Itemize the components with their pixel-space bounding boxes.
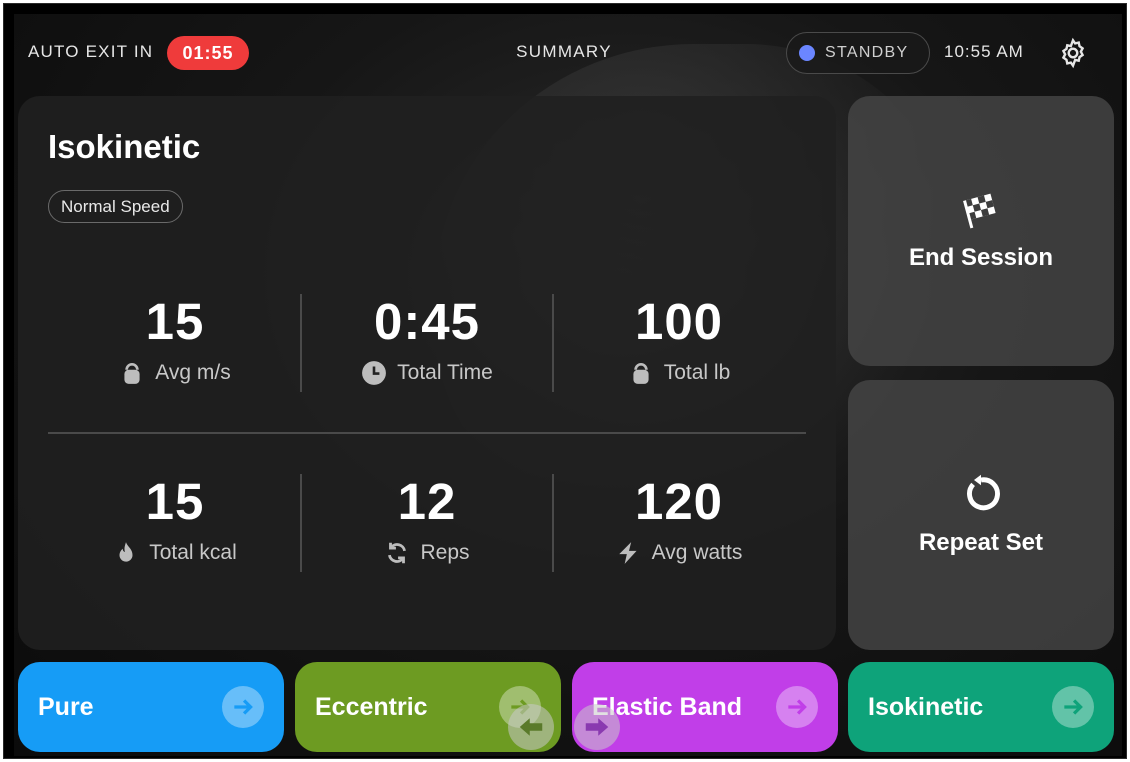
screen: AUTO EXIT IN 01:55 SUMMARY STANDBY 10:55…: [14, 14, 1122, 756]
repeat-set-button[interactable]: Repeat Set: [848, 380, 1114, 650]
stat-label: Total Time: [397, 361, 493, 384]
stat-avg-watts: 120 Avg watts: [554, 472, 804, 582]
checkered-flag-icon: [963, 193, 996, 229]
arrow-right-icon: [1052, 686, 1094, 728]
stat-value: 15: [145, 293, 205, 350]
mode-label: Eccentric: [315, 692, 428, 721]
mode-label: Pure: [38, 692, 94, 721]
summary-panel: Isokinetic Normal Speed 15 Avg m/s 0:45 …: [18, 96, 836, 650]
lightning-icon: [618, 542, 637, 564]
stat-avg-speed: 15 Avg m/s: [50, 292, 300, 402]
auto-exit-countdown: 01:55: [167, 36, 249, 70]
stat-value: 0:45: [373, 293, 481, 350]
arrow-right-icon: [776, 686, 818, 728]
gear-icon[interactable]: [1057, 37, 1089, 69]
end-session-button[interactable]: End Session: [848, 96, 1114, 366]
stat-value: 12: [397, 473, 457, 530]
auto-exit-label: AUTO EXIT IN: [28, 42, 154, 61]
device-frame: AUTO EXIT IN 01:55 SUMMARY STANDBY 10:55…: [3, 3, 1127, 759]
scroll-left-button[interactable]: [508, 704, 554, 750]
flame-icon: [119, 542, 133, 562]
clock: 10:55 AM: [944, 42, 1024, 61]
stat-value: 15: [145, 473, 205, 530]
status-dot-icon: [799, 45, 815, 61]
top-bar: AUTO EXIT IN 01:55 SUMMARY STANDBY 10:55…: [14, 14, 1122, 92]
arrow-right-icon: [585, 718, 609, 736]
stat-reps: 12 Reps: [302, 472, 552, 582]
stat-total-time: 0:45 Total Time: [302, 292, 552, 402]
stat-label: Total kcal: [149, 541, 237, 564]
restart-icon: [967, 474, 1000, 511]
scroll-right-button[interactable]: [574, 704, 620, 750]
kettlebell-icon: [124, 363, 140, 384]
stat-label: Reps: [420, 541, 470, 564]
stat-label: Avg watts: [651, 541, 743, 564]
kettlebell-icon: [633, 363, 649, 384]
mode-label: Isokinetic: [868, 692, 984, 721]
stat-value: 100: [634, 293, 724, 350]
arrow-right-icon: [222, 686, 264, 728]
mode-title: Isokinetic: [48, 128, 201, 165]
repeat-icon: [388, 542, 407, 564]
end-session-label: End Session: [908, 244, 1054, 271]
stat-label: Avg m/s: [155, 361, 231, 384]
speed-badge: Normal Speed: [48, 190, 183, 223]
standby-status[interactable]: STANDBY: [786, 32, 930, 74]
status-label: STANDBY: [825, 44, 909, 61]
mode-isokinetic-button[interactable]: Isokinetic: [848, 662, 1114, 752]
arrow-left-icon: [519, 718, 543, 736]
stat-total-kcal: 15 Total kcal: [50, 472, 300, 582]
stat-total-lb: 100 Total lb: [554, 292, 804, 402]
stat-value: 120: [634, 473, 724, 530]
divider: [48, 432, 806, 434]
page-title: SUMMARY: [516, 42, 612, 61]
stat-label: Total lb: [663, 361, 731, 384]
mode-pure-button[interactable]: Pure: [18, 662, 284, 752]
repeat-set-label: Repeat Set: [918, 529, 1044, 556]
clock-icon: [362, 361, 387, 385]
